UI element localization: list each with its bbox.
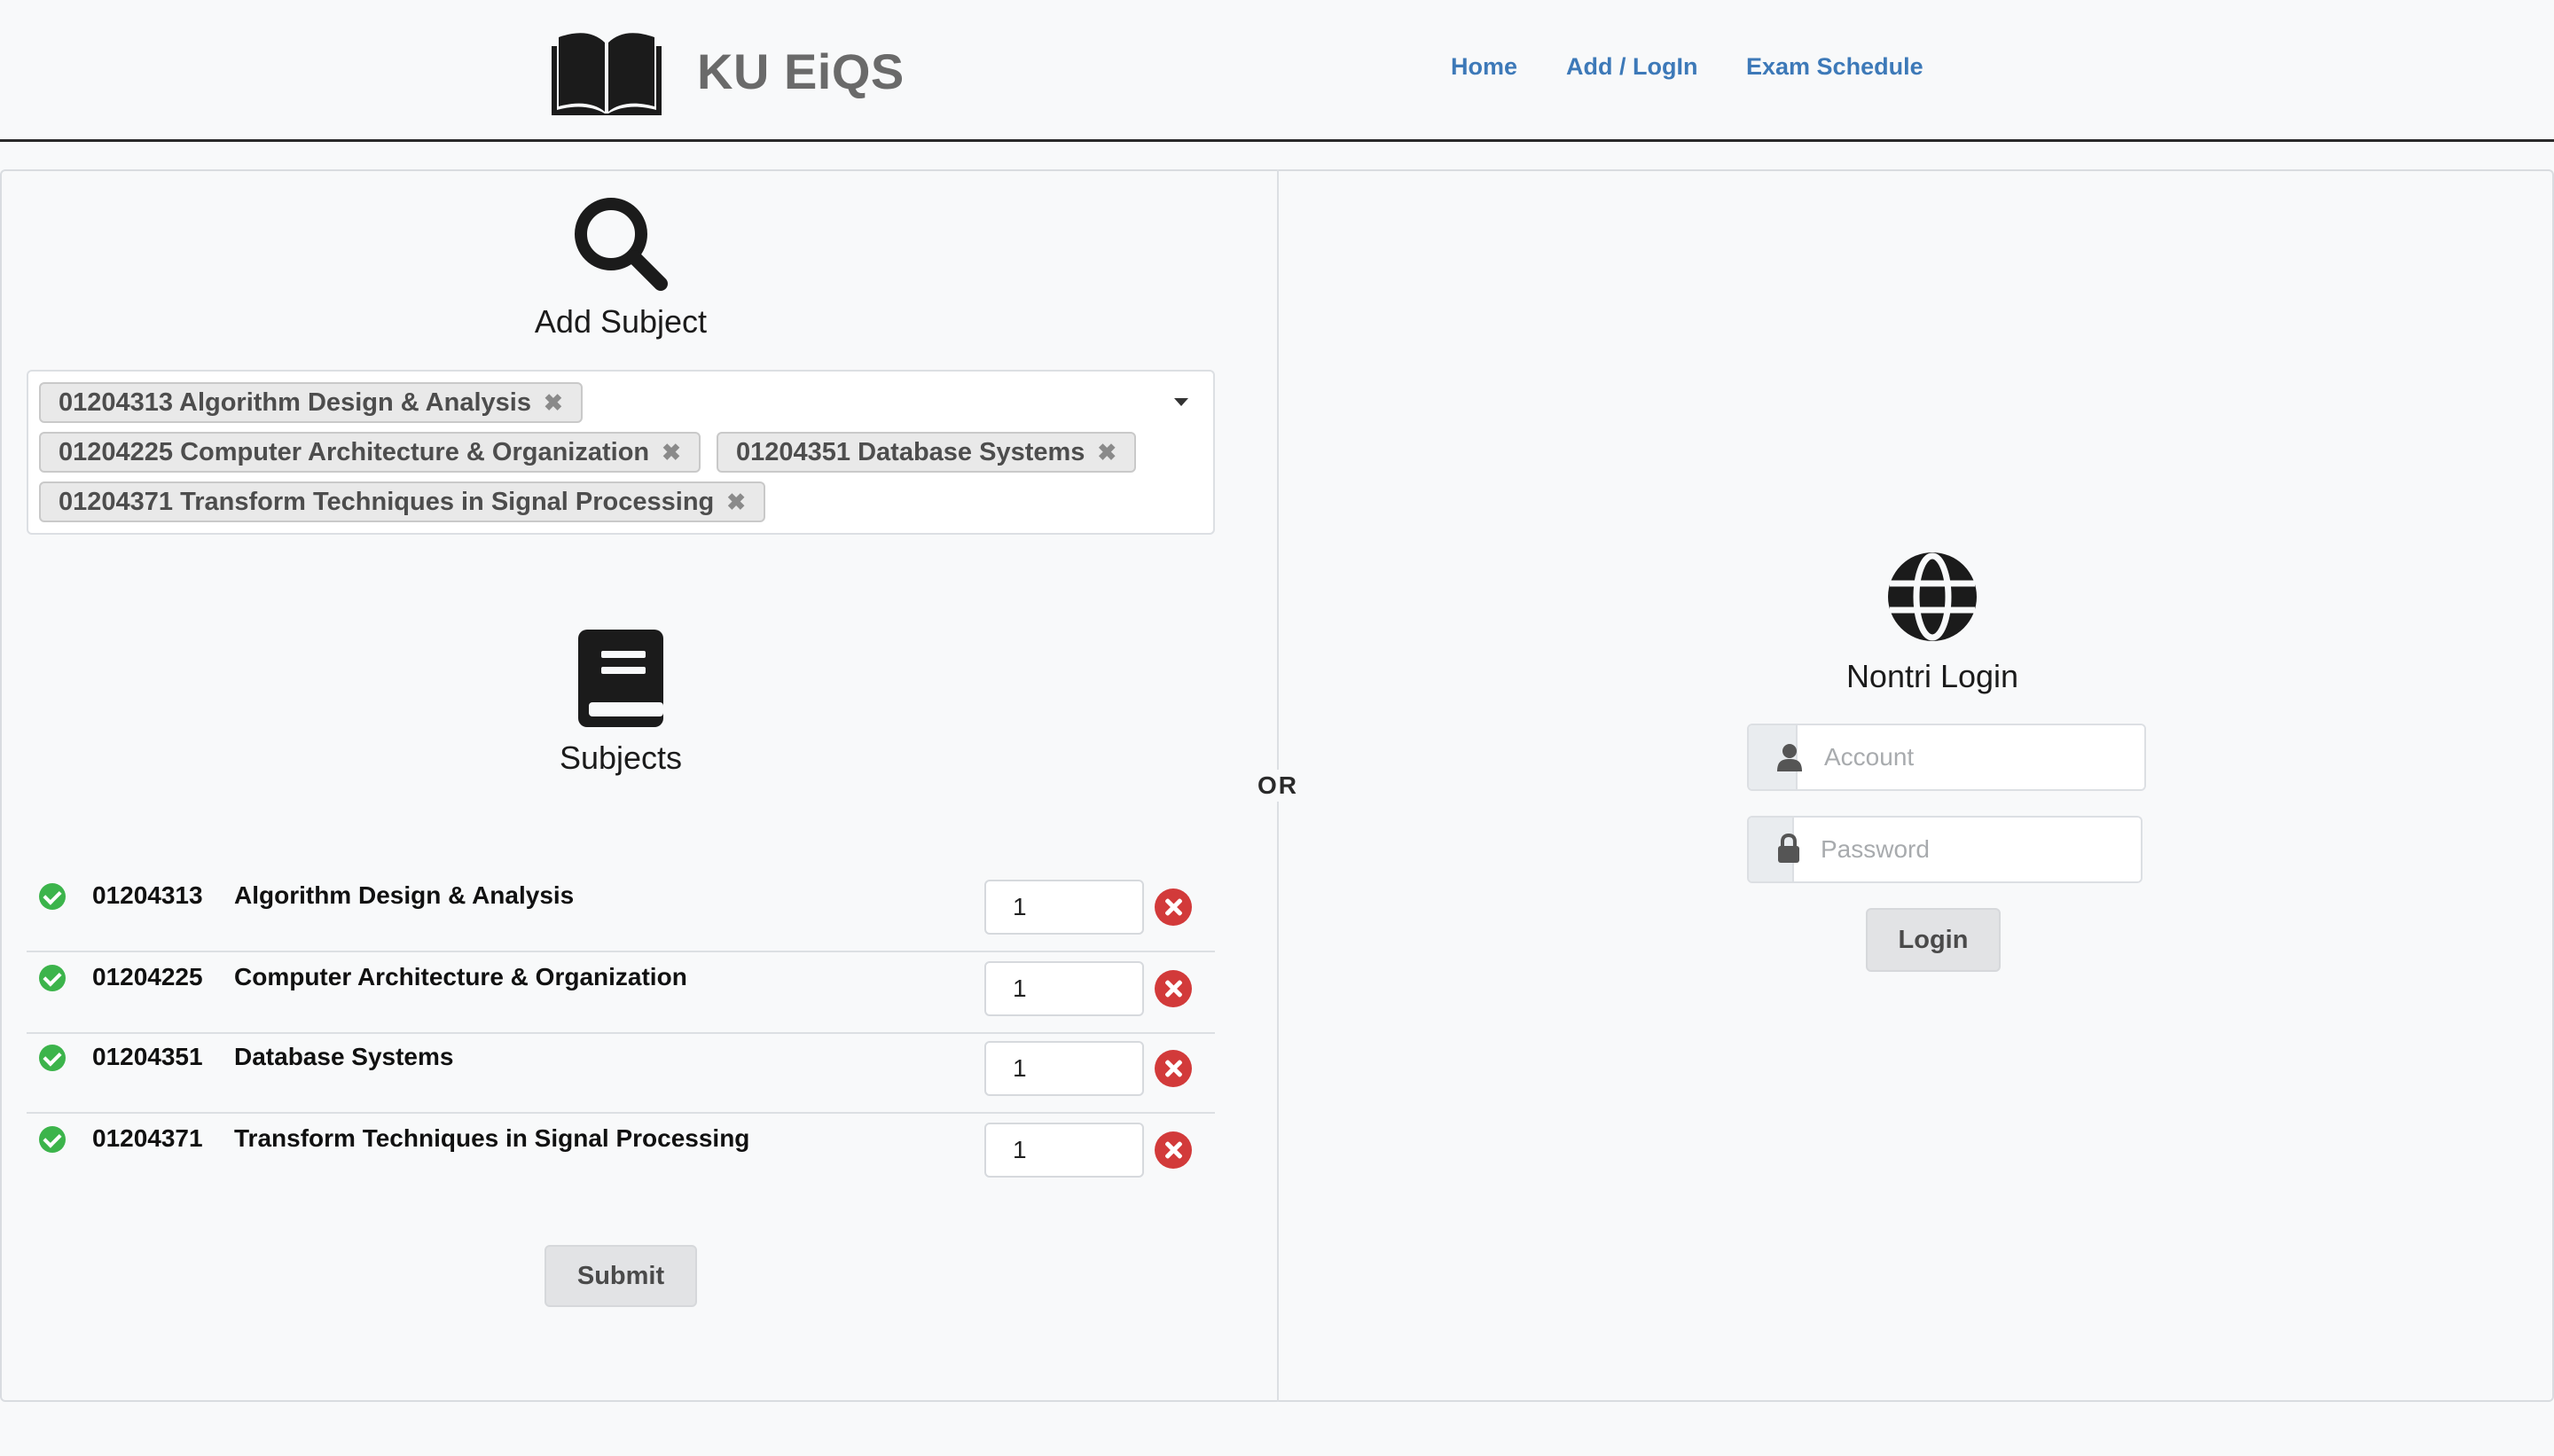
selected-tag: 01204313 Algorithm Design & Analysis ✖ bbox=[39, 382, 583, 423]
tag-label: 01204313 Algorithm Design & Analysis bbox=[59, 388, 531, 417]
selected-tag: 01204225 Computer Architecture & Organiz… bbox=[39, 432, 701, 473]
quantity-input[interactable] bbox=[984, 1123, 1144, 1178]
subject-name: Transform Techniques in Signal Processin… bbox=[234, 1124, 750, 1152]
book-icon bbox=[578, 630, 663, 727]
check-circle-icon bbox=[39, 883, 66, 910]
password-input-group bbox=[1747, 816, 2143, 883]
subject-name: Database Systems bbox=[234, 1043, 454, 1070]
quantity-input[interactable] bbox=[984, 1041, 1144, 1096]
nav-home[interactable]: Home bbox=[1451, 53, 1517, 81]
brand-name: KU EiQS bbox=[697, 43, 905, 99]
or-separator: OR bbox=[1250, 770, 1305, 802]
dropdown-caret-icon[interactable] bbox=[1174, 398, 1188, 406]
open-book-icon bbox=[552, 33, 662, 115]
tag-remove-icon[interactable]: ✖ bbox=[1097, 434, 1116, 471]
login-title: Nontri Login bbox=[1845, 658, 2019, 694]
subject-name: Algorithm Design & Analysis bbox=[234, 881, 575, 909]
password-input[interactable] bbox=[1794, 818, 2141, 881]
remove-circle-icon[interactable] bbox=[1155, 888, 1192, 926]
subject-row: 01204371 Transform Techniques in Signal … bbox=[27, 1114, 1215, 1195]
subject-code: 01204351 bbox=[92, 1043, 203, 1070]
subject-code: 01204225 bbox=[92, 963, 203, 990]
selected-tag: 01204351 Database Systems ✖ bbox=[717, 432, 1137, 473]
subject-code: 01204313 bbox=[92, 881, 203, 909]
account-input[interactable] bbox=[1798, 725, 2144, 789]
tag-remove-icon[interactable]: ✖ bbox=[662, 434, 681, 471]
subjects-title: Subjects bbox=[559, 740, 683, 776]
login-button[interactable]: Login bbox=[1866, 908, 2001, 972]
nav-exam-schedule[interactable]: Exam Schedule bbox=[1746, 53, 1923, 81]
subject-multiselect[interactable]: 01204313 Algorithm Design & Analysis ✖ 0… bbox=[27, 370, 1215, 535]
submit-button[interactable]: Submit bbox=[544, 1245, 697, 1307]
check-circle-icon bbox=[39, 1126, 66, 1153]
tag-remove-icon[interactable]: ✖ bbox=[544, 384, 563, 421]
remove-circle-icon[interactable] bbox=[1155, 970, 1192, 1007]
check-circle-icon bbox=[39, 1045, 66, 1071]
subject-row: 01204351 Database Systems bbox=[27, 1032, 1215, 1114]
search-icon bbox=[575, 198, 668, 291]
lock-icon bbox=[1749, 818, 1799, 881]
remove-circle-icon[interactable] bbox=[1155, 1050, 1192, 1087]
subject-row: 01204313 Algorithm Design & Analysis bbox=[27, 871, 1215, 952]
user-icon bbox=[1749, 725, 1802, 789]
tag-remove-icon[interactable]: ✖ bbox=[726, 483, 746, 521]
remove-circle-icon[interactable] bbox=[1155, 1131, 1192, 1169]
add-subject-title: Add Subject bbox=[534, 303, 708, 340]
tag-label: 01204225 Computer Architecture & Organiz… bbox=[59, 438, 650, 466]
subject-code: 01204371 bbox=[92, 1124, 203, 1152]
subject-name: Computer Architecture & Organization bbox=[234, 963, 687, 990]
globe-icon bbox=[1888, 552, 1977, 641]
tag-label: 01204371 Transform Techniques in Signal … bbox=[59, 488, 715, 516]
quantity-input[interactable] bbox=[984, 880, 1144, 935]
tag-label: 01204351 Database Systems bbox=[736, 438, 1085, 466]
subject-row: 01204225 Computer Architecture & Organiz… bbox=[27, 952, 1215, 1034]
check-circle-icon bbox=[39, 965, 66, 991]
nav-add-login[interactable]: Add / LogIn bbox=[1566, 53, 1697, 81]
quantity-input[interactable] bbox=[984, 961, 1144, 1016]
selected-tag: 01204371 Transform Techniques in Signal … bbox=[39, 481, 766, 522]
account-input-group bbox=[1747, 724, 2146, 791]
top-navbar: KU EiQS Home Add / LogIn Exam Schedule bbox=[0, 0, 2554, 142]
brand[interactable]: KU EiQS bbox=[552, 27, 905, 115]
